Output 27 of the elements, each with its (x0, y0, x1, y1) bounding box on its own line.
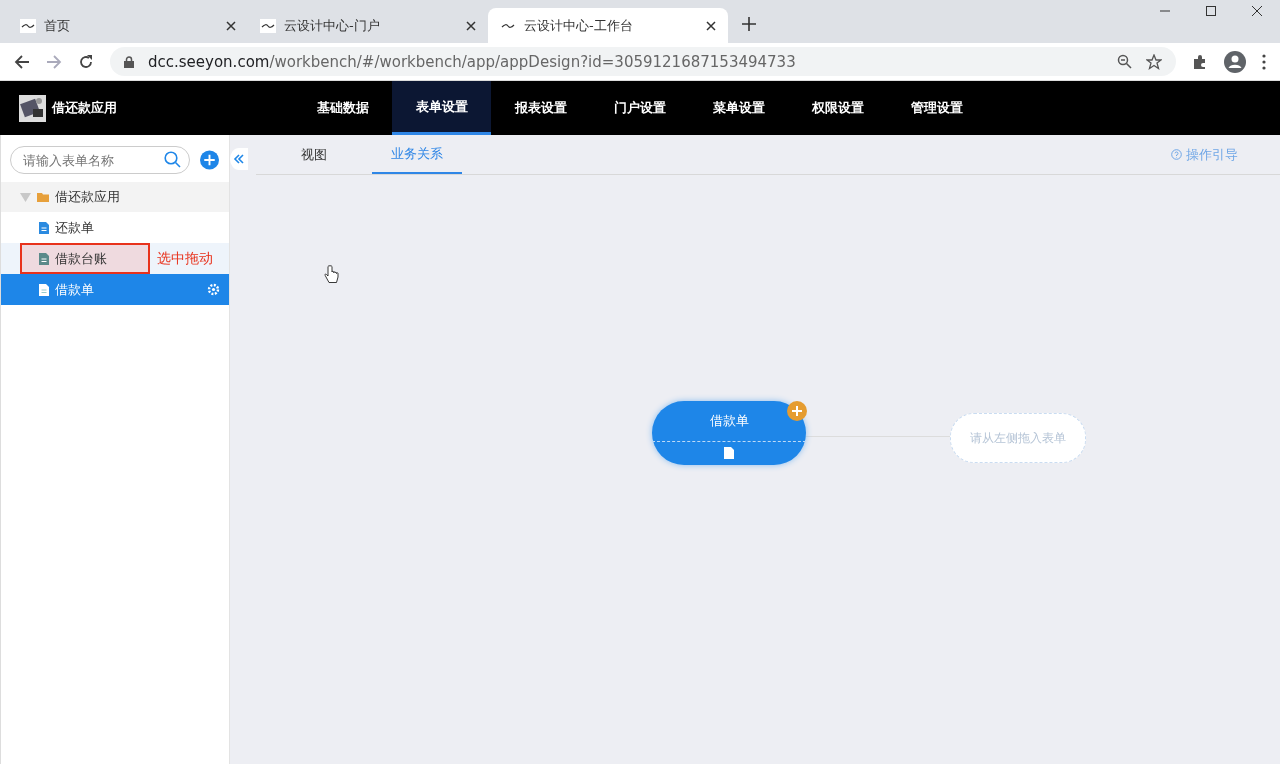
nav-tab[interactable]: 门户设置 (590, 81, 689, 135)
browser-tab[interactable]: 首页 (8, 8, 248, 43)
view-tab[interactable]: 视图 (269, 135, 359, 174)
tree-item[interactable]: 借款单 (1, 274, 229, 305)
tab-title: 云设计中心-门户 (284, 16, 381, 35)
form-node[interactable]: 借款单 (652, 401, 806, 465)
app-name: 借还款应用 (52, 99, 117, 117)
browser-tab[interactable]: 云设计中心-工作台 (488, 8, 728, 43)
nav-tab[interactable]: 报表设置 (491, 81, 590, 135)
nav-tab[interactable]: 表单设置 (392, 81, 491, 135)
tab-title: 首页 (44, 16, 71, 35)
nav-tab[interactable]: 管理设置 (887, 81, 986, 135)
item-label: 还款单 (55, 218, 94, 237)
tree-folder[interactable]: 借还款应用 (1, 182, 229, 212)
folder-label: 借还款应用 (55, 188, 120, 206)
item-label: 借款单 (55, 280, 94, 299)
annotation-text: 选中拖动 (157, 249, 213, 268)
address-bar[interactable]: dcc.seeyon.com/workbench/#/workbench/app/appDesign?id=3059121687153494733 (110, 47, 1176, 76)
search-field[interactable]: 请输入表单名称 (10, 146, 190, 174)
browser-tab[interactable]: 云设计中心-门户 (248, 8, 488, 43)
item-label: 借款台账 (55, 249, 107, 268)
nav-tab[interactable]: 菜单设置 (689, 81, 788, 135)
nav-tab[interactable]: 权限设置 (788, 81, 887, 135)
tree-item[interactable]: 还款单 (1, 212, 229, 243)
url-text: dcc.seeyon.com/workbench/#/workbench/app/appDesign?id=3059121687153494733 (148, 52, 796, 71)
nav-tab[interactable]: 基础数据 (293, 81, 392, 135)
tab-title: 云设计中心-工作台 (524, 16, 634, 35)
